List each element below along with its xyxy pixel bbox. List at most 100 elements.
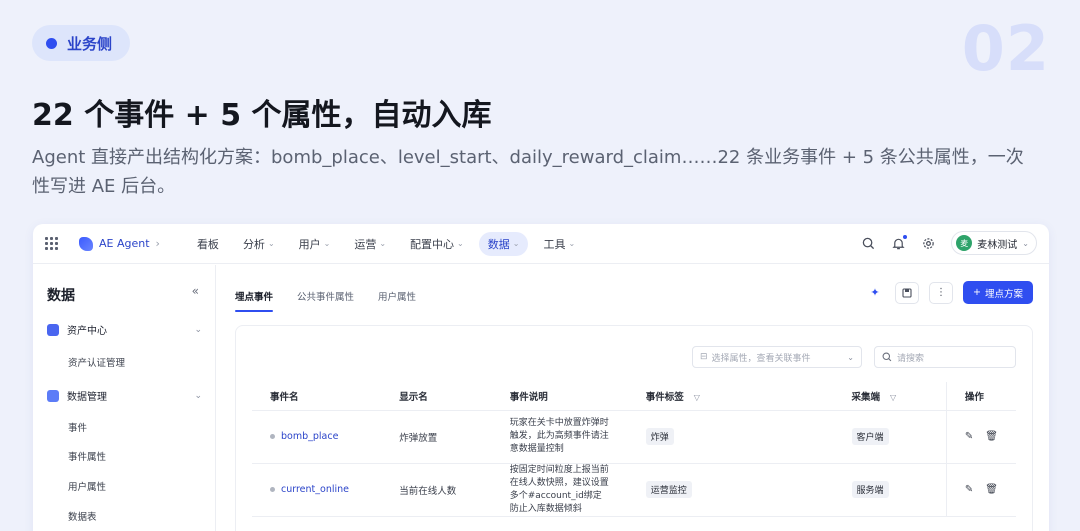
tab-bar: 埋点事件 公共事件属性 用户属性 <box>235 289 416 312</box>
cell-description: 按固定时间粒度上报当前在线人数快照，建议设置多个#account_id绑定防止入… <box>491 463 628 517</box>
sidebar-item-events[interactable]: 事件 <box>68 420 87 434</box>
main-content: 埋点事件 公共事件属性 用户属性 ✦ ⋮ + 埋点方案 ⊟ 选择属性，查看关联事… <box>217 265 1049 531</box>
cell-event-name[interactable]: current_online <box>252 463 382 517</box>
col-event-tags[interactable]: 事件标签 ▽ <box>627 382 834 411</box>
sidebar-item-user-props[interactable]: 用户属性 <box>68 479 106 493</box>
save-icon[interactable] <box>895 281 920 304</box>
search-icon[interactable] <box>861 236 875 250</box>
nav-item-users[interactable]: 用户 ⌄ <box>290 232 340 256</box>
col-client[interactable]: 采集端 ▽ <box>833 382 947 411</box>
tab-user-props[interactable]: 用户属性 <box>378 289 416 312</box>
app-grid-icon[interactable] <box>45 236 59 251</box>
cell-actions: ✎ 🗑 <box>945 463 1016 517</box>
chevron-down-icon: ⌄ <box>512 239 520 248</box>
event-tag-chip: 炸弹 <box>645 428 674 445</box>
main-nav: 看板 分析 ⌄ 用户 ⌄ 运营 ⌄ 配置中心 ⌄ 数据 ⌄ 工具 ⌄ <box>188 231 584 256</box>
sidebar-group-asset-center[interactable]: 资产中心 ⌄ <box>47 322 202 337</box>
cell-client: 服务端 <box>833 463 947 517</box>
client-chip: 客户端 <box>851 428 889 445</box>
user-menu[interactable]: 麦 麦林测试 ⌄ <box>951 231 1037 255</box>
trash-icon[interactable]: 🗑 <box>985 484 998 495</box>
tab-common-event-props[interactable]: 公共事件属性 <box>297 289 354 312</box>
section-tag-label: 业务侧 <box>67 34 113 53</box>
sidebar-item-data-tables[interactable]: 数据表 <box>68 509 97 523</box>
table-row: bomb_place 炸弹放置 玩家在关卡中放置炸弹时触发，此为高频事件请注意数… <box>252 410 1016 464</box>
magic-wand-icon[interactable]: ✦ <box>865 282 885 304</box>
cell-display-name: 炸弹放置 <box>381 410 492 464</box>
col-description[interactable]: 事件说明 <box>491 382 628 411</box>
trash-icon[interactable]: 🗑 <box>985 431 998 442</box>
nav-item-dashboard[interactable]: 看板 <box>188 232 228 256</box>
event-name-link[interactable]: bomb_place <box>281 431 338 442</box>
event-tag-chip: 运营监控 <box>645 481 692 498</box>
bell-icon[interactable] <box>891 235 908 250</box>
col-display-name[interactable]: 显示名 <box>381 382 492 411</box>
nav-item-data[interactable]: 数据 ⌄ <box>478 231 529 256</box>
gear-icon[interactable] <box>921 236 935 250</box>
nav-label: 分析 <box>242 237 265 251</box>
cell-description: 玩家在关卡中放置炸弹时触发，此为高频事件请注意数据量控制 <box>491 410 628 464</box>
chevron-down-icon: ⌄ <box>847 352 854 362</box>
edit-icon[interactable]: ✎ <box>965 484 973 495</box>
sidebar-item-asset-cert[interactable]: 资产认证管理 <box>68 355 125 369</box>
col-label: 采集端 <box>851 391 881 403</box>
tag-dot-icon <box>46 37 57 49</box>
user-name: 麦林测试 <box>977 239 1018 251</box>
nav-item-tools[interactable]: 工具 ⌄ <box>534 232 584 256</box>
sidebar-group-data-management[interactable]: 数据管理 ⌄ <box>47 388 202 403</box>
property-filter-select[interactable]: ⊟ 选择属性，查看关联事件 ⌄ <box>692 346 862 368</box>
cell-event-name[interactable]: bomb_place <box>252 410 382 464</box>
cell-client: 客户端 <box>833 410 947 464</box>
nav-label: 看板 <box>196 237 219 251</box>
edit-icon[interactable]: ✎ <box>965 431 973 442</box>
notification-dot <box>903 235 908 239</box>
avatar: 麦 <box>956 235 973 251</box>
slide-number: 02 <box>961 12 1050 85</box>
subline: Agent 直接产出结构化方案：bomb_place、level_start、d… <box>32 147 1024 197</box>
nav-label: 工具 <box>543 237 566 251</box>
filter-icon[interactable]: ▽ <box>890 393 896 402</box>
table-header: 事件名 显示名 事件说明 事件标签 ▽ 采集端 ▽ 操作 <box>252 382 1016 411</box>
chevron-down-icon: ⌄ <box>1022 238 1029 248</box>
cell-tag: 运营监控 <box>627 463 834 517</box>
search-input[interactable]: 请搜索 <box>874 346 1016 368</box>
chevron-down-icon: ⌄ <box>457 239 464 248</box>
col-event-name[interactable]: 事件名 <box>252 382 382 411</box>
sidebar-title: 数据 <box>47 288 75 304</box>
client-chip: 服务端 <box>851 481 889 498</box>
chevron-down-icon: ⌄ <box>323 239 331 248</box>
table-row: current_online 当前在线人数 按固定时间粒度上报当前在线人数快照，… <box>252 463 1016 517</box>
add-tracking-plan-button[interactable]: + 埋点方案 <box>963 281 1033 304</box>
nav-label: 运营 <box>354 237 377 251</box>
sidebar: 数据 « 资产中心 ⌄ 资产认证管理 数据管理 ⌄ 事件 事件属性 用户属性 数… <box>33 265 216 531</box>
sidebar-item-event-props[interactable]: 事件属性 <box>68 449 106 463</box>
cell-display-name: 当前在线人数 <box>381 463 492 517</box>
chevron-down-icon: ⌄ <box>194 324 202 335</box>
search-placeholder: 请搜索 <box>897 353 925 364</box>
section-tag: 业务侧 <box>32 25 131 61</box>
brand-chevron-icon: › <box>155 237 160 250</box>
nav-item-config[interactable]: 配置中心 ⌄ <box>401 232 473 256</box>
chevron-down-icon: ⌄ <box>379 239 387 248</box>
sidebar-group-label: 数据管理 <box>67 392 107 403</box>
filter-icon[interactable]: ▽ <box>694 393 700 402</box>
nav-label: 用户 <box>298 237 321 251</box>
events-table: 事件名 显示名 事件说明 事件标签 ▽ 采集端 ▽ 操作 bomb_place 炸弹… <box>252 382 1016 517</box>
description-text: 玩家在关卡中放置炸弹时触发，此为高频事件请注意数据量控制 <box>509 418 609 454</box>
collapse-sidebar-icon[interactable]: « <box>192 284 199 298</box>
nav-item-analysis[interactable]: 分析 ⌄ <box>234 232 284 256</box>
col-actions: 操作 <box>945 382 1016 411</box>
description-text: 按固定时间粒度上报当前在线人数快照，建议设置多个#account_id绑定防止入… <box>509 464 609 514</box>
button-label: 埋点方案 <box>984 288 1023 300</box>
database-icon <box>47 389 59 402</box>
filter-placeholder: 选择属性，查看关联事件 <box>711 353 811 364</box>
chevron-down-icon: ⌄ <box>194 390 202 401</box>
more-icon[interactable]: ⋮ <box>929 281 954 304</box>
nav-label: 数据 <box>487 237 510 251</box>
tab-tracking-events[interactable]: 埋点事件 <box>235 289 274 312</box>
brand[interactable]: AE Agent › <box>79 236 160 251</box>
status-dot <box>270 434 275 439</box>
search-icon <box>882 352 892 362</box>
event-name-link[interactable]: current_online <box>281 484 349 495</box>
nav-item-operations[interactable]: 运营 ⌄ <box>345 232 395 256</box>
